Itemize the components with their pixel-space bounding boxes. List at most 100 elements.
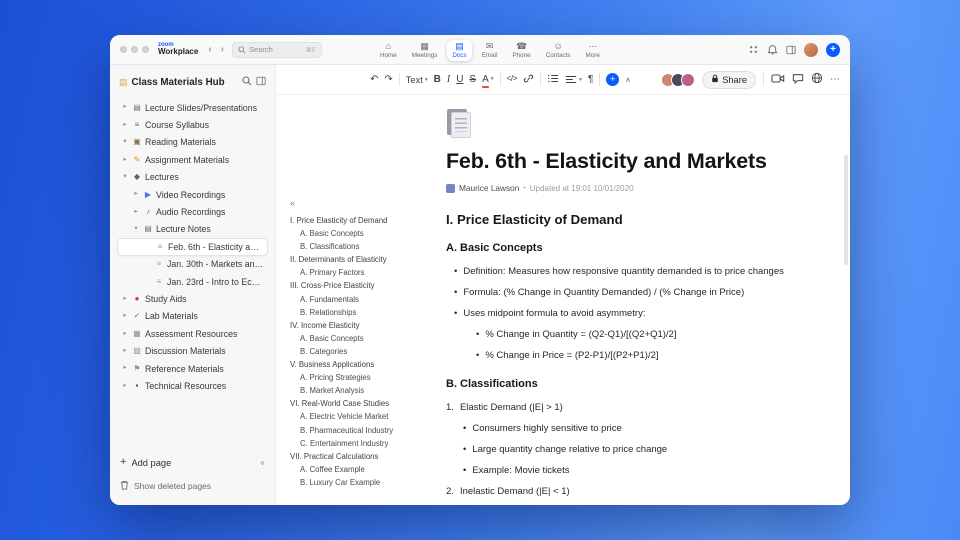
sidebar-item[interactable]: ▾ ▤ Lecture Notes [117, 221, 268, 238]
sidebar-item[interactable]: ▸ ▶ Video Recordings [117, 186, 268, 203]
chevron-down-icon[interactable]: ▾ [132, 226, 140, 233]
close-button[interactable] [120, 46, 127, 53]
collaborator-avatar[interactable] [681, 72, 696, 87]
bullet-list-button[interactable] [547, 71, 559, 89]
redo-button[interactable]: ↷ [384, 74, 392, 85]
outline-item[interactable]: A. Electric Vehicle Market [290, 410, 442, 423]
sidebar-item[interactable]: ▸ ▤ Lecture Slides/Presentations [117, 99, 268, 116]
sidebar-item[interactable]: ≡ Feb. 6th - Elasticity and M... [117, 238, 268, 256]
new-button[interactable]: + [826, 42, 840, 57]
outline-collapse-button[interactable]: « [290, 199, 442, 208]
outline-item[interactable]: B. Market Analysis [290, 384, 442, 397]
outline-item[interactable]: C. Entertainment Industry [290, 437, 442, 450]
chevron-right-icon[interactable]: ▸ [121, 295, 129, 303]
sidebar-item[interactable]: ▸ ▧ Discussion Materials [117, 342, 268, 359]
collapse-toolbar-button[interactable]: ∧ [625, 76, 631, 84]
sidebar-panel-button[interactable] [256, 73, 266, 91]
outline-item[interactable]: IV. Income Elasticity [290, 319, 442, 332]
minimize-button[interactable] [131, 46, 138, 53]
sidebar-item[interactable]: ▸ ▪ Technical Resources [117, 377, 268, 394]
chevron-down-icon[interactable]: ∨ [260, 459, 265, 467]
outline-item[interactable]: B. Categories [290, 345, 442, 358]
apps-button[interactable] [748, 44, 759, 55]
chevron-right-icon[interactable]: ▸ [121, 313, 129, 320]
sidebar-item[interactable]: ▾ ▣ Reading Materials [117, 134, 268, 151]
code-button[interactable]: </> [507, 75, 518, 83]
outline-panel: « I. Price Elasticity of Demand A. Basic … [290, 199, 442, 489]
outline-item[interactable]: V. Business Applications [290, 358, 442, 371]
tab-contacts[interactable]: ☺ Contacts [541, 40, 576, 61]
global-search[interactable]: Search ⌘F [232, 41, 322, 58]
chevron-right-icon[interactable]: ▸ [132, 208, 140, 216]
sidebar-item[interactable]: ▸ ♪ Audio Recordings [117, 203, 268, 220]
outline-item[interactable]: B. Pharmaceutical Industry [290, 424, 442, 437]
tab-email[interactable]: ✉ Email [477, 40, 503, 61]
zoom-button[interactable] [142, 46, 149, 53]
sidebar-item[interactable]: ≡ Jan. 23rd - Intro to Econo... [117, 273, 268, 290]
back-button[interactable]: ‹ [207, 44, 212, 55]
outline-item[interactable]: A. Basic Concepts [290, 332, 442, 345]
sidebar-item[interactable]: ▸ ⚑ Reference Materials [117, 360, 268, 377]
outline-item[interactable]: II. Determinants of Elasticity [290, 253, 442, 266]
show-deleted-button[interactable]: Show deleted pages [120, 477, 265, 495]
chevron-right-icon[interactable]: ▸ [121, 382, 129, 390]
outline-item[interactable]: A. Pricing Strategies [290, 371, 442, 384]
more-button[interactable]: ⋯ [830, 74, 840, 85]
sidebar-item[interactable]: ▸ ● Study Aids [117, 290, 268, 307]
text-style-dropdown[interactable]: Text ▾ [406, 75, 428, 85]
outline-item[interactable]: III. Cross-Price Elasticity [290, 279, 442, 292]
doc-title[interactable]: Feb. 6th - Elasticity and Markets [446, 149, 846, 174]
camera-button[interactable] [771, 71, 785, 89]
outline-item[interactable]: A. Coffee Example [290, 463, 442, 476]
language-button[interactable] [811, 71, 823, 89]
link-button[interactable] [523, 71, 534, 89]
outline-item[interactable]: VI. Real-World Case Studies [290, 397, 442, 410]
outline-item[interactable]: A. Fundamentals [290, 293, 442, 306]
tab-meetings[interactable]: ▦ Meetings [407, 40, 443, 61]
chevron-right-icon[interactable]: ▸ [121, 156, 129, 164]
chevron-right-icon[interactable]: ▸ [121, 330, 129, 338]
sidebar-item[interactable]: ▸ ≡ Course Syllabus [117, 116, 268, 133]
undo-button[interactable]: ↶ [370, 74, 378, 85]
outline-item[interactable]: B. Luxury Car Example [290, 476, 442, 489]
sidebar-item[interactable]: ▾ ◆ Lectures [117, 169, 268, 186]
outline-item[interactable]: I. Price Elasticity of Demand [290, 214, 442, 227]
chevron-right-icon[interactable]: ▸ [121, 365, 129, 372]
text-color-button[interactable]: A ▾ [482, 74, 494, 88]
chevron-down-icon[interactable]: ▾ [121, 173, 129, 181]
tab-more[interactable]: ⋯ More [581, 40, 605, 61]
underline-button[interactable]: U [456, 74, 463, 85]
sidebar-item[interactable]: ≡ Jan. 30th - Markets and P... [117, 256, 268, 273]
outline-item[interactable]: A. Basic Concepts [290, 227, 442, 240]
scrollbar[interactable] [844, 155, 848, 265]
notifications-button[interactable] [767, 44, 778, 55]
share-button[interactable]: Share [702, 70, 756, 89]
chevron-right-icon[interactable]: ▸ [121, 347, 129, 355]
chevron-right-icon[interactable]: ▸ [132, 191, 140, 198]
user-avatar[interactable] [804, 42, 818, 57]
chevron-right-icon[interactable]: ▸ [121, 104, 129, 111]
panel-toggle-button[interactable] [786, 45, 796, 55]
outline-item[interactable]: B. Relationships [290, 306, 442, 319]
chevron-down-icon[interactable]: ▾ [121, 139, 129, 146]
sidebar-search-button[interactable] [242, 73, 252, 91]
strikethrough-button[interactable]: S [469, 74, 476, 85]
add-page-button[interactable]: + Add page ∨ [120, 457, 265, 468]
tab-phone[interactable]: ☎ Phone [507, 40, 535, 61]
outline-item[interactable]: VII. Practical Calculations [290, 450, 442, 463]
chevron-right-icon[interactable]: ▸ [121, 121, 129, 129]
forward-button[interactable]: › [220, 44, 225, 55]
italic-button[interactable]: I [447, 74, 450, 85]
sidebar-item[interactable]: ▸ ✓ Lab Materials [117, 308, 268, 325]
comment-button[interactable] [792, 71, 804, 89]
tab-docs[interactable]: ▤ Docs [447, 39, 472, 61]
insert-button[interactable]: + [606, 73, 620, 86]
bold-button[interactable]: B [434, 74, 441, 85]
outline-item[interactable]: B. Classifications [290, 240, 442, 253]
sidebar-item[interactable]: ▸ ✎ Assignment Materials [117, 151, 268, 168]
align-button[interactable]: ▾ [565, 74, 582, 85]
sidebar-item[interactable]: ▸ ▦ Assessment Resources [117, 325, 268, 342]
tab-home[interactable]: ⌂ Home [375, 40, 402, 61]
outline-item[interactable]: A. Primary Factors [290, 266, 442, 279]
paragraph-button[interactable]: ¶ [588, 74, 593, 85]
